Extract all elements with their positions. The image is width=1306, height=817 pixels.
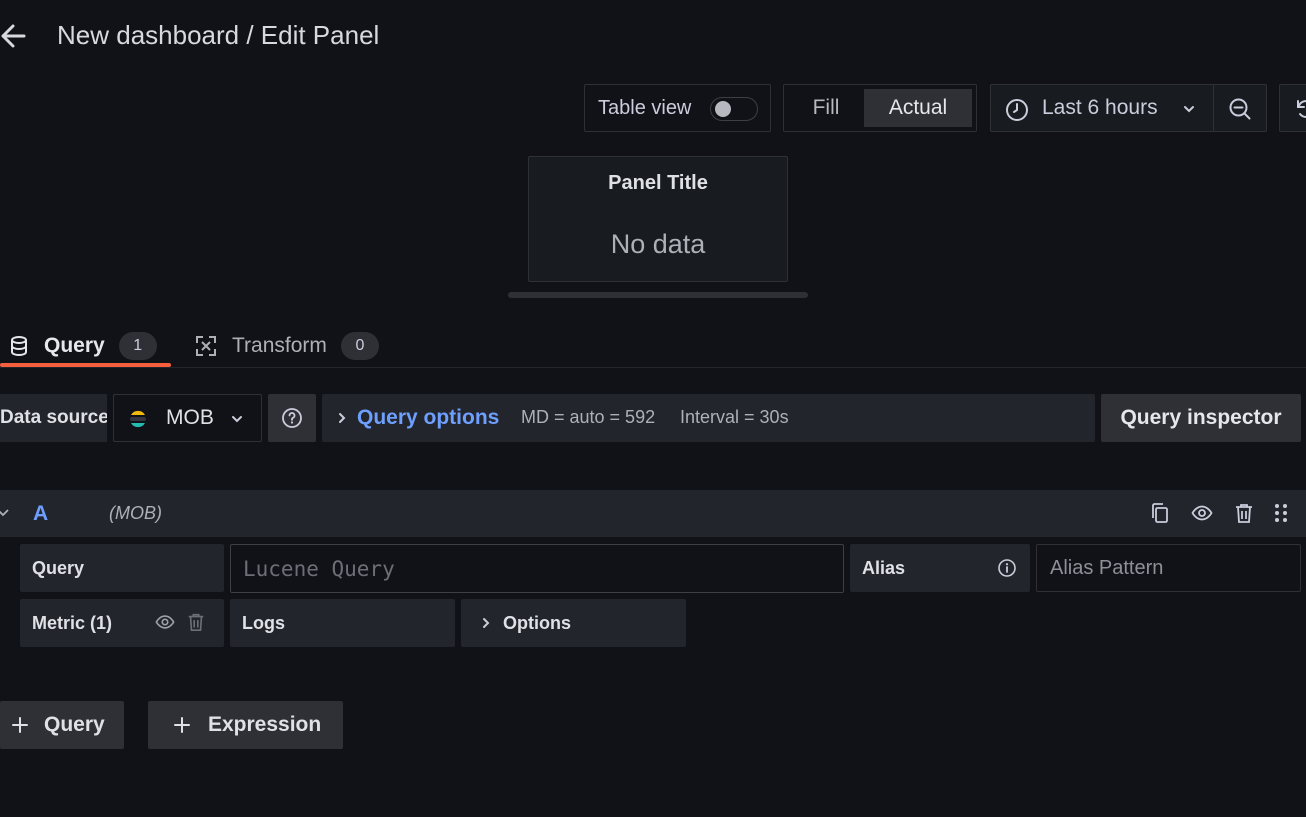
tab-query-count: 1: [118, 332, 157, 360]
panel-title: Panel Title: [608, 172, 708, 194]
query-field-label: Query: [20, 544, 224, 592]
alias-label-text: Alias: [862, 558, 906, 578]
no-data-message: No data: [610, 229, 706, 259]
interval-info: Interval = 30s: [680, 407, 789, 427]
query-inspector-button[interactable]: Query inspector: [1101, 394, 1301, 442]
pane-resize-handle[interactable]: [508, 292, 808, 298]
time-range-label: Last 6 hours: [1042, 96, 1158, 119]
data-source-name: MOB: [166, 406, 214, 429]
zoom-out-icon: [1229, 98, 1251, 120]
tabs-divider: [0, 367, 1306, 368]
fill-option[interactable]: Fill: [788, 89, 864, 127]
add-expression-button[interactable]: Expression: [148, 701, 343, 749]
data-source-help-button[interactable]: [268, 394, 316, 442]
copy-icon[interactable]: [1149, 502, 1171, 524]
max-data-points-info: MD = auto = 592: [521, 407, 656, 427]
chevron-down-icon: [232, 416, 242, 423]
add-expression-label: Expression: [208, 713, 322, 736]
add-query-button[interactable]: Query: [0, 701, 124, 749]
info-circle-icon[interactable]: [997, 558, 1017, 578]
plus-icon: [12, 717, 28, 733]
trash-icon[interactable]: [1233, 502, 1255, 524]
options-label: Options: [503, 613, 571, 633]
switch-knob: [715, 101, 731, 117]
clock-icon: [1006, 99, 1028, 121]
tab-transform-count: 0: [340, 332, 379, 360]
metric-label: Metric (1): [32, 613, 113, 633]
elasticsearch-logo-icon: [130, 410, 146, 428]
database-icon: [11, 336, 27, 357]
query-ref-id[interactable]: A: [33, 502, 48, 526]
trash-icon[interactable]: [186, 612, 206, 632]
back-button[interactable]: [0, 22, 28, 50]
query-row-header: A (MOB): [0, 490, 1306, 537]
data-source-label: Data source: [0, 394, 107, 442]
alias-pattern-input[interactable]: [1036, 544, 1301, 592]
arrow-left-icon: [1, 24, 26, 48]
chevron-down-icon: [1184, 106, 1194, 113]
refresh-button[interactable]: [1279, 84, 1306, 132]
tab-transform[interactable]: Transform 0: [194, 326, 384, 366]
options-toggle[interactable]: Options: [461, 599, 686, 647]
refresh-icon: [1297, 100, 1306, 118]
panel-preview: Panel Title No data: [528, 156, 788, 282]
transform-icon: [196, 336, 216, 356]
metric-type-selector[interactable]: Logs: [230, 599, 455, 647]
time-range-picker[interactable]: Last 6 hours: [990, 84, 1214, 132]
tab-transform-label: Transform: [232, 334, 327, 357]
drag-handle-icon[interactable]: [1272, 502, 1290, 524]
chevron-down-icon[interactable]: [0, 507, 12, 519]
data-source-picker[interactable]: MOB: [113, 394, 262, 442]
table-view-switch[interactable]: [710, 97, 758, 121]
zoom-out-button[interactable]: [1213, 84, 1267, 132]
lucene-query-input[interactable]: [230, 544, 844, 593]
question-circle-icon: [282, 408, 302, 428]
chevron-right-icon: [339, 413, 346, 423]
plus-icon: [174, 717, 190, 733]
eye-icon[interactable]: [155, 612, 175, 632]
add-query-label: Query: [44, 713, 105, 736]
fill-actual-radio-group: Fill Actual: [783, 84, 977, 132]
tab-query[interactable]: Query 1: [8, 326, 171, 366]
eye-icon[interactable]: [1191, 502, 1213, 524]
tab-query-label: Query: [44, 334, 105, 357]
table-view-toggle[interactable]: Table view: [584, 84, 771, 132]
chevron-right-icon: [483, 618, 490, 628]
query-options-toggle[interactable]: Query options MD = auto = 592 Interval =…: [322, 394, 1095, 442]
metric-selector[interactable]: Metric (1): [20, 599, 224, 647]
query-datasource-name: (MOB): [109, 503, 162, 523]
query-options-label: Query options: [357, 406, 500, 429]
alias-label: Alias: [850, 544, 1030, 592]
page-title: New dashboard / Edit Panel: [57, 20, 380, 50]
table-view-label: Table view: [598, 96, 692, 119]
actual-option[interactable]: Actual: [864, 89, 972, 127]
